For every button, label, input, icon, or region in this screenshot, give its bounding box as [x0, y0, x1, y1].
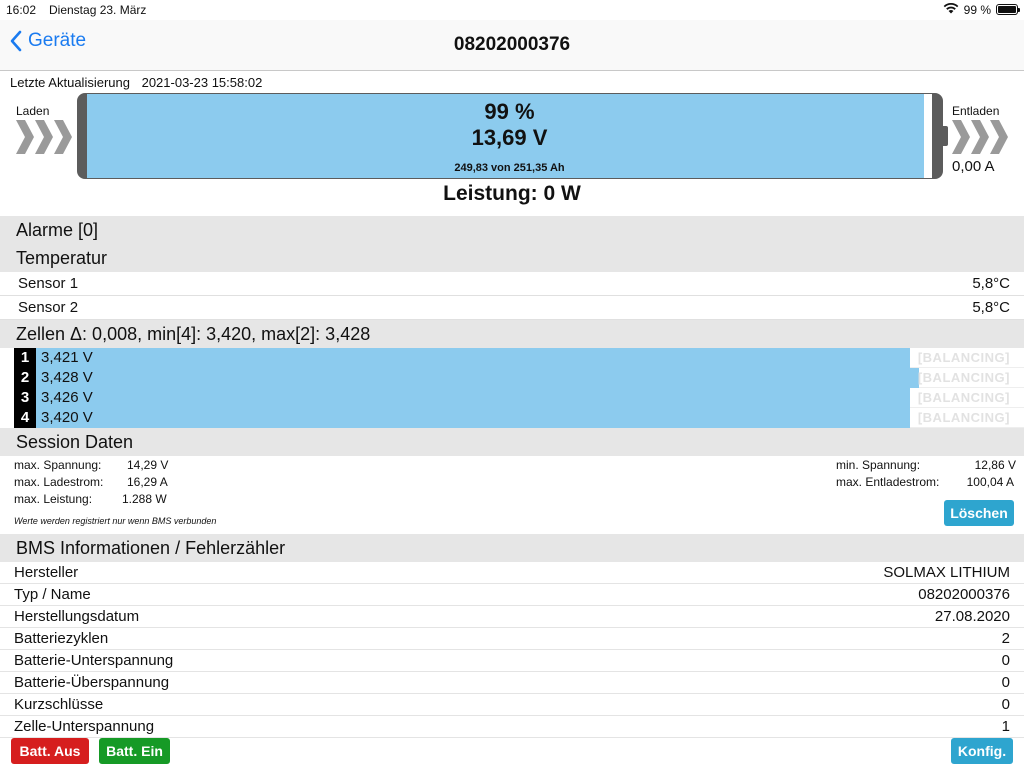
bms-info-value: 0 — [1001, 652, 1010, 669]
battery-gauge: 99 % 13,69 V 249,83 von 251,35 Ah — [77, 93, 948, 179]
clear-session-button[interactable]: Löschen — [944, 500, 1014, 526]
bms-info-value: 1 — [1001, 718, 1010, 735]
sensor-row: Sensor 1 5,8°C — [0, 272, 1024, 296]
discharge-arrows-icon — [952, 120, 1008, 154]
session-stat-value: 12,86 V — [974, 458, 1016, 472]
bms-info-row: Zelle-Unterspannung 1 — [0, 716, 1024, 738]
bms-info-value: SOLMAX LITHIUM — [883, 564, 1010, 581]
session-stat: max. Leistung: 1.288 W — [14, 492, 214, 506]
session-stat-label: min. Spannung: — [836, 458, 921, 472]
discharge-current: 0,00 A — [952, 158, 995, 175]
last-update: Letzte Aktualisierung 2021-03-23 15:58:0… — [10, 75, 262, 90]
bms-info-label: Batteriezyklen — [14, 630, 109, 647]
session-stat-value: 16,29 A — [127, 475, 168, 489]
session-stat-label: max. Leistung: — [14, 492, 93, 506]
charge-label: Laden — [16, 104, 50, 118]
bms-info-row: Herstellungsdatum 27.08.2020 — [0, 606, 1024, 628]
bms-info-value: 0 — [1001, 696, 1010, 713]
session-stat: max. Entladestrom: 100,04 A — [836, 475, 1014, 489]
cell-index: 1 — [14, 348, 36, 368]
sensor-value: 5,8°C — [972, 299, 1010, 316]
bms-info-label: Kurzschlüsse — [14, 696, 104, 713]
power-readout: Leistung: 0 W — [443, 182, 581, 205]
sensor-value: 5,8°C — [972, 275, 1010, 292]
cell-level-bar — [36, 368, 919, 388]
session-stat: max. Spannung: 14,29 V — [14, 458, 214, 472]
cell-level-bar — [36, 388, 910, 408]
bms-info-label: Batterie-Unterspannung — [14, 652, 174, 669]
cell-index: 2 — [14, 368, 36, 388]
bms-info-value: 08202000376 — [918, 586, 1010, 603]
status-date: Dienstag 23. März — [49, 3, 147, 17]
cell-level-bar — [36, 408, 910, 428]
battery-on-button[interactable]: Batt. Ein — [99, 738, 170, 764]
cell-voltage: 3,420 V — [41, 409, 93, 426]
battery-off-button[interactable]: Batt. Aus — [11, 738, 89, 764]
cell-voltage: 3,428 V — [41, 369, 93, 386]
cell-balancing-label: [BALANCING] — [917, 350, 1010, 365]
cell-balancing-label: [BALANCING] — [917, 410, 1010, 425]
nav-bar: Geräte 08202000376 — [0, 20, 1024, 71]
temperature-header: Temperatur — [0, 244, 1024, 272]
charge-arrows-icon — [16, 120, 72, 154]
cell-row: 2 3,428 V [BALANCING] — [14, 368, 1024, 388]
cell-row: 3 3,426 V [BALANCING] — [14, 388, 1024, 408]
bms-info-label: Typ / Name — [14, 586, 91, 603]
cell-row: 4 3,420 V [BALANCING] — [14, 408, 1024, 428]
session-stat: min. Spannung: 12,86 V — [836, 458, 1016, 472]
sensor-name: Sensor 1 — [18, 275, 79, 292]
cell-index: 4 — [14, 408, 36, 428]
cells-header: Zellen Δ: 0,008, min[4]: 3,420, max[2]: … — [0, 320, 1024, 348]
bms-info-row: Batteriezyklen 2 — [0, 628, 1024, 650]
bms-info-row: Hersteller SOLMAX LITHIUM — [0, 562, 1024, 584]
session-stat-value: 100,04 A — [966, 475, 1014, 489]
session-stat-label: max. Entladestrom: — [836, 475, 940, 489]
battery-terminal — [943, 126, 948, 146]
status-battery-percent: 99 % — [963, 2, 991, 17]
bms-info-value: 0 — [1001, 674, 1010, 691]
bms-info-label: Hersteller — [14, 564, 79, 581]
cell-row: 1 3,421 V [BALANCING] — [14, 348, 1024, 368]
discharge-label: Entladen — [952, 104, 1000, 118]
battery-voltage: 13,69 V — [471, 125, 548, 150]
status-bar: 16:02 Dienstag 23. März 99 % — [0, 0, 1024, 20]
sensor-name: Sensor 2 — [18, 299, 79, 316]
session-stat-value: 14,29 V — [127, 458, 169, 472]
bms-info-label: Herstellungsdatum — [14, 608, 140, 625]
config-button[interactable]: Konfig. — [951, 738, 1013, 764]
session-stat-label: max. Ladestrom: — [14, 475, 104, 489]
cell-level-bar — [36, 348, 910, 368]
wifi-icon — [943, 2, 959, 17]
status-time: 16:02 — [6, 3, 37, 17]
cell-balancing-label: [BALANCING] — [917, 370, 1010, 385]
cell-index: 3 — [14, 388, 36, 408]
battery-capacity: 249,83 von 251,35 Ah — [454, 162, 565, 174]
cell-voltage: 3,421 V — [41, 349, 93, 366]
bms-info-row: Typ / Name 08202000376 — [0, 584, 1024, 606]
bms-info-row: Kurzschlüsse 0 — [0, 694, 1024, 716]
session-stat-label: max. Spannung: — [14, 458, 102, 472]
session-note: Werte werden registriert nur wenn BMS ve… — [14, 516, 217, 526]
bms-info-label: Batterie-Überspannung — [14, 674, 170, 691]
sensor-row: Sensor 2 5,8°C — [0, 296, 1024, 320]
bms-info-row: Batterie-Unterspannung 0 — [0, 650, 1024, 672]
battery-icon — [996, 4, 1020, 15]
cell-balancing-label: [BALANCING] — [917, 390, 1010, 405]
page-title: 08202000376 — [453, 34, 571, 55]
session-stat: max. Ladestrom: 16,29 A — [14, 475, 214, 489]
bms-info-label: Zelle-Unterspannung — [14, 718, 155, 735]
cell-voltage: 3,426 V — [41, 389, 93, 406]
bms-info-value: 2 — [1001, 630, 1010, 647]
status-right: 99 % — [943, 2, 1020, 17]
battery-percent: 99 % — [484, 99, 535, 124]
bms-header: BMS Informationen / Fehlerzähler — [0, 534, 1024, 562]
bms-info-row: Batterie-Überspannung 0 — [0, 672, 1024, 694]
session-header: Session Daten — [0, 428, 1024, 456]
alarms-header[interactable]: Alarme [0] — [0, 216, 1024, 244]
bms-info-value: 27.08.2020 — [934, 608, 1010, 625]
session-stat-value: 1.288 W — [122, 492, 167, 506]
last-update-label: Letzte Aktualisierung — [10, 75, 130, 90]
last-update-value: 2021-03-23 15:58:02 — [141, 75, 263, 90]
